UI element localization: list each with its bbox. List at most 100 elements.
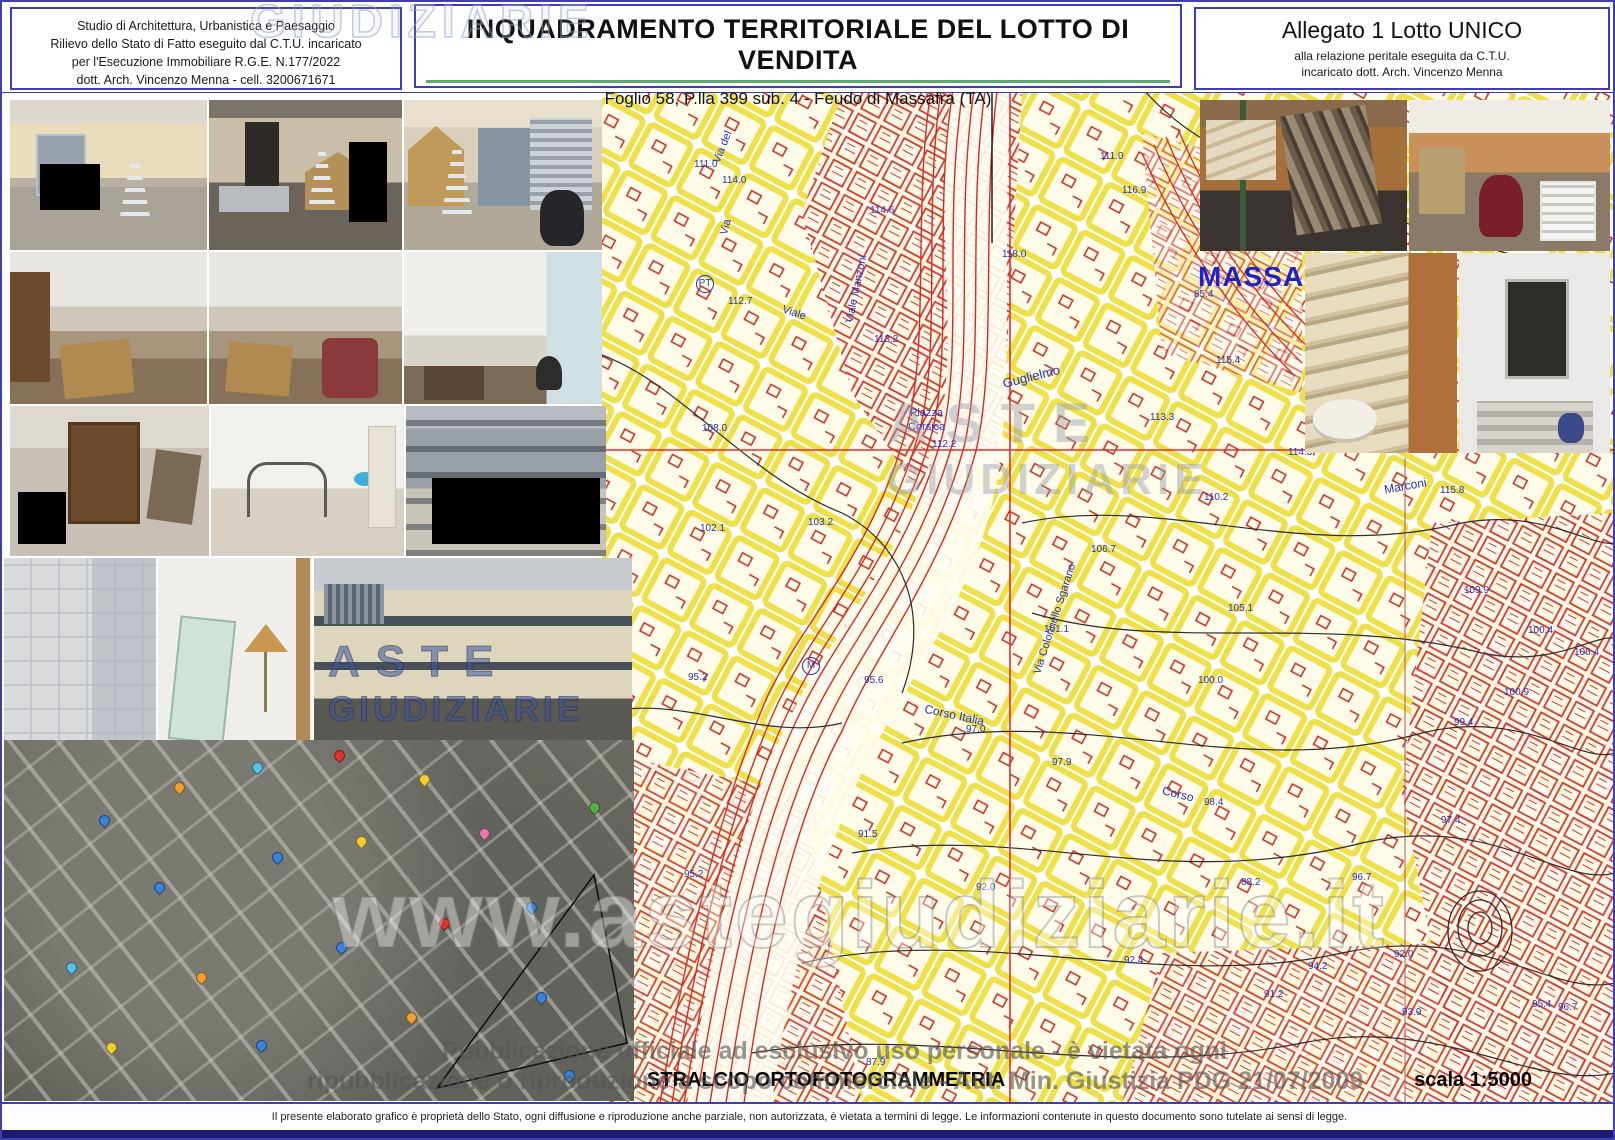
glass-pane-shape bbox=[168, 615, 237, 744]
legal-footer: Il presente elaborato grafico è propriet… bbox=[2, 1102, 1615, 1132]
studio-info-box: Studio di Architettura, Urbanistica e Pa… bbox=[10, 7, 402, 90]
elevation-label: 112.7 bbox=[728, 296, 752, 307]
attic-frames-photo bbox=[1200, 100, 1407, 251]
elevation-label: 91.2 bbox=[1264, 989, 1283, 1000]
elevation-label: 93.9 bbox=[1402, 1007, 1421, 1018]
elevation-label: 92.0 bbox=[1394, 949, 1413, 960]
elevation-label: 92.4 bbox=[1124, 955, 1143, 966]
street-label: Via del bbox=[711, 129, 735, 164]
marble-staircase-photo bbox=[1305, 253, 1457, 453]
elevation-label: 114.6 bbox=[870, 205, 894, 216]
satellite-aerial-photo bbox=[4, 740, 634, 1101]
page-title: INQUADRAMENTO TERRITORIALE DEL LOTTO DI … bbox=[426, 14, 1170, 83]
street-label: Viale bbox=[781, 304, 808, 323]
cardboard-shape bbox=[1419, 148, 1465, 214]
elevation-label: 106.4 bbox=[1574, 647, 1599, 658]
elevation-label: 95.2 bbox=[684, 869, 703, 880]
elevation-label: 100.9 bbox=[1504, 687, 1529, 698]
street-label: Corso Italia bbox=[923, 702, 985, 728]
elevation-label: 92.0 bbox=[976, 882, 995, 893]
caption-title: STRALCIO ORTOFOTOGRAMMETRIA bbox=[647, 1069, 1005, 1092]
balcony-band-shape bbox=[314, 662, 632, 670]
stairwell-photo bbox=[1459, 253, 1610, 453]
elevation-label: 103.2 bbox=[808, 517, 833, 528]
street-label: Piazza bbox=[910, 407, 943, 419]
elevation-label: 95.4 bbox=[1532, 999, 1551, 1010]
elevation-label: 95.6 bbox=[864, 675, 883, 686]
elevation-label: 100.4 bbox=[1528, 625, 1553, 636]
elevation-label: 118.0 bbox=[1002, 249, 1026, 260]
street-label: Corsica bbox=[908, 421, 945, 433]
elevation-label: 96.7 bbox=[1352, 872, 1371, 883]
bag-shape bbox=[536, 356, 562, 390]
balcony-building-photo bbox=[406, 406, 606, 556]
elevation-label: 102.1 bbox=[700, 523, 725, 534]
table-shape bbox=[219, 186, 289, 212]
elevation-label: 109.9 bbox=[1464, 585, 1489, 596]
radiator-shape bbox=[1540, 181, 1596, 241]
redaction-box bbox=[349, 142, 387, 222]
antique-wardrobe-shape bbox=[68, 422, 140, 524]
elevation-label: 100.0 bbox=[1198, 675, 1223, 686]
street-label: Guglielmo bbox=[1001, 362, 1061, 391]
curtain-shape bbox=[368, 426, 396, 528]
motorcycle-shape bbox=[540, 190, 584, 246]
cluttered-room-photo-1 bbox=[10, 252, 207, 404]
elevation-label: 99.4 bbox=[1454, 717, 1473, 728]
elevation-label: 115.4 bbox=[1216, 355, 1240, 366]
street-label: Via Colonnello Sgarano bbox=[1031, 562, 1078, 675]
elevation-label: 108.0 bbox=[702, 423, 727, 434]
elevation-label: 113.2 bbox=[874, 334, 898, 345]
elevation-label: 98.4 bbox=[1204, 797, 1223, 808]
elevation-label: 113.3 bbox=[1150, 412, 1174, 423]
wardrobe-shape bbox=[10, 272, 50, 382]
ladder-shape bbox=[120, 160, 150, 216]
studio-info-line: Studio di Architettura, Urbanistica e Pa… bbox=[12, 17, 400, 35]
caption-scale: scala 1:5000 bbox=[1414, 1069, 1532, 1092]
bridge-railing-shape bbox=[324, 584, 384, 624]
stairs-shape bbox=[1206, 120, 1276, 180]
elevation-label: 115.8 bbox=[1440, 485, 1464, 496]
studio-info-line: dott. Arch. Vincenzo Menna - cell. 32006… bbox=[12, 71, 400, 89]
elevation-label: 105.1 bbox=[1228, 603, 1253, 614]
elevation-label: 95.2 bbox=[688, 672, 707, 683]
boxes-shape bbox=[59, 338, 134, 399]
lot-triangle-annotation bbox=[4, 740, 634, 1101]
allegato-box: Allegato 1 Lotto UNICO alla relazione pe… bbox=[1194, 7, 1610, 90]
metal-door-shape bbox=[478, 128, 534, 206]
metal-bedframe-shape bbox=[247, 462, 327, 517]
elevation-label: 88.2 bbox=[1241, 877, 1260, 888]
redaction-box bbox=[40, 164, 100, 210]
place-label-massafra: MASSA bbox=[1198, 261, 1304, 293]
cluttered-room-photo-3 bbox=[404, 252, 602, 404]
bedframe-room-photo bbox=[211, 406, 404, 556]
map-badge: M bbox=[802, 657, 820, 675]
studio-info-line: Rilievo dello Stato di Fatto eseguito da… bbox=[12, 35, 400, 53]
lamp-shade-shape bbox=[244, 624, 288, 652]
street-label: Corso bbox=[1161, 783, 1195, 804]
garage-shutter-photo bbox=[404, 100, 602, 250]
bottom-bar bbox=[2, 1130, 1615, 1140]
title-box: INQUADRAMENTO TERRITORIALE DEL LOTTO DI … bbox=[414, 4, 1182, 88]
redaction-box bbox=[432, 478, 600, 544]
elevation-label: 96.7 bbox=[1558, 1002, 1577, 1013]
map-badge: PT bbox=[696, 275, 714, 293]
red-drape-shape bbox=[1479, 175, 1523, 237]
elevation-label: 97.4 bbox=[1441, 815, 1460, 826]
elevation-label: 94.2 bbox=[1308, 961, 1327, 972]
elevation-label: 110.2 bbox=[1204, 492, 1228, 503]
wardrobe-room-photo bbox=[10, 406, 209, 556]
elevation-label: 87.9 bbox=[866, 1057, 885, 1068]
street-label: Via bbox=[718, 218, 734, 236]
elevation-label: 116.9 bbox=[1122, 185, 1146, 196]
dark-doorway-shape bbox=[1505, 279, 1569, 379]
watermark-aste-giudiziarie-photo: ASTE GIUDIZIARIE bbox=[328, 636, 584, 731]
clutter-shape bbox=[146, 449, 201, 525]
allegato-line: incaricato dott. Arch. Vincenzo Menna bbox=[1196, 64, 1608, 80]
elevation-label: 114.0 bbox=[722, 175, 746, 186]
cluttered-room-photo-2 bbox=[209, 252, 402, 404]
boxes-shape bbox=[225, 341, 293, 396]
elevation-label: 91.5 bbox=[858, 829, 877, 840]
carved-bowl-shape bbox=[1313, 399, 1377, 439]
lamp-stem-shape bbox=[264, 652, 267, 712]
